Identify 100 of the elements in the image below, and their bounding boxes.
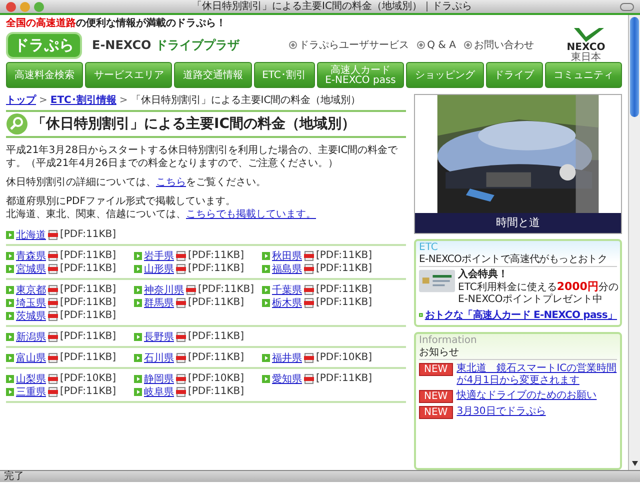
file-size: [PDF:11KB]	[188, 250, 244, 261]
arrow-icon	[134, 332, 142, 340]
brand-name: E-NEXCO	[92, 38, 152, 52]
file-size: [PDF:10KB]	[60, 373, 116, 384]
prefecture-link[interactable]: 埼玉県	[16, 296, 46, 310]
prefecture-link[interactable]: 長野県	[144, 330, 174, 344]
text-link[interactable]: こちらでも掲載しています。	[186, 209, 316, 220]
prefecture-link[interactable]: 岩手県	[144, 248, 174, 262]
paragraph: 平成21年3月28日からスタートする休日特別割引を利用した場合の、主要IC間の料金です。（平成21年4月26日までの料金となりますので、ご注意ください。）	[6, 144, 399, 170]
scroll-down-icon[interactable]	[630, 458, 640, 468]
file-size: [PDF:11KB]	[60, 263, 116, 274]
news-link[interactable]: 快適なドライブのためのお願い	[456, 390, 597, 402]
photo-caption: 時間と道	[415, 213, 621, 233]
arrow-icon	[6, 264, 14, 272]
prefecture-link[interactable]: 東京都	[16, 282, 46, 296]
pdf-icon	[48, 332, 58, 342]
page-heading: 「休日特別割引」による主要IC間の料金（地域別）	[32, 115, 356, 133]
breadcrumb-separator: >	[119, 94, 128, 107]
header-link[interactable]: ドラぷらユーザサービス	[289, 38, 410, 52]
prefecture-link[interactable]: 三重県	[16, 384, 46, 398]
text-link[interactable]: こちら	[156, 177, 186, 188]
news-link[interactable]: 東北道 鏡石スマートICの営業時間が4月1日から変更されます	[456, 363, 617, 387]
arrow-icon	[134, 388, 142, 396]
prefecture-link[interactable]: 富山県	[16, 350, 46, 364]
pdf-icon	[48, 352, 58, 362]
pdf-icon	[48, 230, 58, 240]
zoom-button[interactable]	[34, 2, 44, 12]
promo-link[interactable]: おトクな「高速人カード E-NEXCO pass」	[424, 308, 617, 322]
arrow-icon	[6, 374, 14, 382]
header-link[interactable]: お問い合わせ	[464, 38, 534, 52]
minimize-button[interactable]	[20, 2, 30, 12]
prefecture-link[interactable]: 石川県	[144, 350, 174, 364]
prefecture-link[interactable]: 岐阜県	[144, 384, 174, 398]
prefecture-link[interactable]: 新潟県	[16, 330, 46, 344]
prefecture-link[interactable]: 千葉県	[272, 282, 302, 296]
file-size: [PDF:11KB]	[198, 284, 254, 295]
arrow-icon	[262, 374, 270, 382]
file-size: [PDF:11KB]	[316, 373, 372, 384]
prefecture-link[interactable]: 宮城県	[16, 262, 46, 276]
tagline: 全国の高速道路の便利な情報が満載のドラぷら！	[6, 16, 227, 30]
promo-text: ETC利用料金に使える2000円分の	[458, 281, 618, 294]
arrow-icon	[262, 286, 270, 294]
prefecture-link[interactable]: 栃木県	[272, 296, 302, 310]
new-badge: NEW	[419, 363, 453, 376]
breadcrumb-separator: >	[39, 94, 48, 107]
brand-subtitle: ドライブプラザ	[155, 36, 240, 54]
file-size: [PDF:11KB]	[60, 229, 116, 240]
close-button[interactable]	[6, 2, 16, 12]
new-badge: NEW	[419, 406, 453, 419]
scrollbar-thumb[interactable]	[630, 17, 639, 117]
file-size: [PDF:11KB]	[188, 386, 244, 397]
arrow-icon	[262, 354, 270, 362]
file-size: [PDF:11KB]	[60, 297, 116, 308]
breadcrumb-link[interactable]: トップ	[6, 94, 36, 107]
arrow-icon	[6, 286, 14, 294]
arrow-icon	[134, 354, 142, 362]
pdf-icon	[304, 374, 314, 384]
prefecture-link[interactable]: 愛知県	[272, 372, 302, 386]
prefecture-link[interactable]: 山梨県	[16, 372, 46, 386]
corp-logo-subtext: 東日本	[571, 53, 601, 63]
breadcrumb-link[interactable]: ETC･割引情報	[50, 94, 116, 107]
panel-title: お知らせ	[419, 346, 617, 360]
prefecture-link[interactable]: 福島県	[272, 262, 302, 276]
prefecture-link[interactable]: 茨城県	[16, 308, 46, 322]
file-size: [PDF:11KB]	[60, 386, 116, 397]
arrow-icon	[6, 230, 14, 238]
prefecture-link[interactable]: 秋田県	[272, 248, 302, 262]
plus-icon	[464, 41, 472, 49]
news-link[interactable]: 3月30日でドラぷら	[456, 406, 546, 418]
prefecture-link[interactable]: 山形県	[144, 262, 174, 276]
prefecture-link[interactable]: 群馬県	[144, 296, 174, 310]
file-size: [PDF:11KB]	[188, 263, 244, 274]
pdf-icon	[304, 352, 314, 362]
arrow-icon	[134, 252, 142, 260]
arrow-icon	[6, 252, 14, 260]
prefecture-link[interactable]: 青森県	[16, 248, 46, 262]
prefecture-link[interactable]: 静岡県	[144, 372, 174, 386]
arrow-icon	[6, 332, 14, 340]
panel-label: ETC	[419, 242, 439, 253]
arrow-icon	[419, 311, 423, 319]
window-title: 「休日特別割引」による主要IC間の料金（地域別）｜ドラぷら	[191, 0, 473, 13]
arrow-icon	[262, 252, 270, 260]
arrow-icon	[134, 264, 142, 272]
promo-text: E-NEXCOポイントプレゼント中	[458, 294, 604, 306]
file-size: [PDF:11KB]	[60, 352, 116, 363]
file-size: [PDF:11KB]	[60, 331, 116, 342]
arrow-icon	[134, 286, 142, 294]
arrow-icon	[134, 374, 142, 382]
plus-icon	[289, 41, 298, 49]
toolbar-toggle-button[interactable]	[620, 2, 634, 10]
benefit-title: 入会特典！	[458, 269, 509, 281]
new-badge: NEW	[419, 390, 453, 403]
prefecture-link[interactable]: 北海道	[16, 228, 46, 242]
header-link[interactable]: Q & A	[417, 40, 456, 50]
file-size: [PDF:11KB]	[188, 331, 244, 342]
arrow-icon	[134, 298, 142, 306]
corp-logo-text: NEXCO	[566, 43, 606, 53]
prefecture-link[interactable]: 神奈川県	[144, 282, 184, 296]
magnifier-icon	[6, 113, 28, 135]
prefecture-link[interactable]: 福井県	[272, 350, 302, 364]
